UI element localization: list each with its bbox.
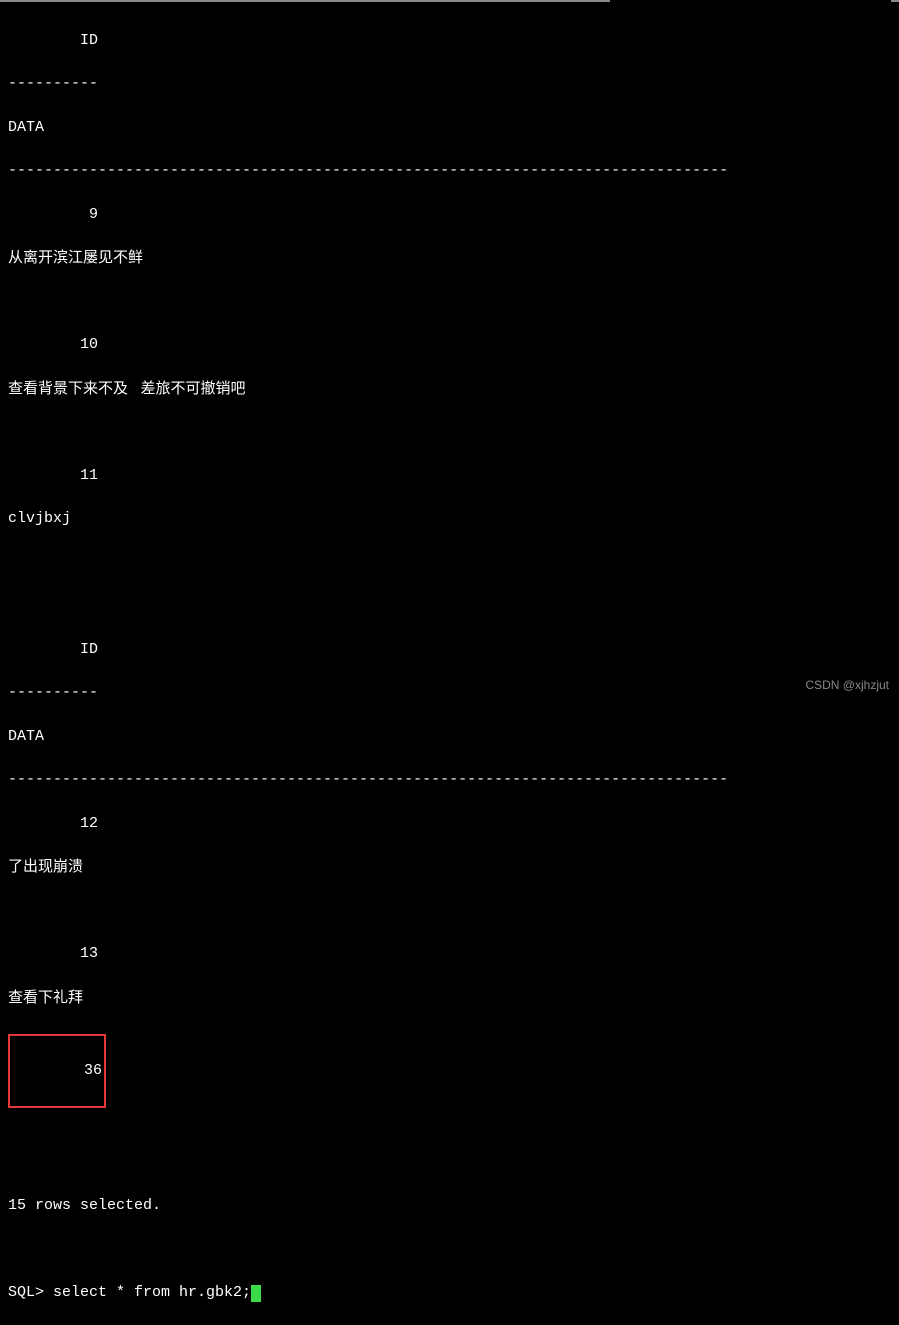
window-top-divider <box>0 0 610 2</box>
col-header-data: DATA <box>8 726 891 748</box>
blank-line <box>8 900 891 922</box>
blank-line <box>8 291 891 313</box>
cursor-icon <box>251 1285 261 1302</box>
col-header-id: ID <box>8 639 891 661</box>
watermark: CSDN @xjhzjut <box>805 677 889 694</box>
col-divider-id: ---------- <box>8 73 891 95</box>
row-data: clvjbxj <box>8 508 891 530</box>
row-id: 36 <box>10 1060 104 1082</box>
sql-prompt: SQL> <box>8 1284 53 1301</box>
row-id: 9 <box>8 204 891 226</box>
blank-line <box>8 1238 891 1260</box>
highlighted-row-annotation: 36 <box>8 1034 106 1107</box>
row-data: 查看背景下来不及 差旅不可撤销吧 <box>8 378 891 400</box>
row-id: 11 <box>8 465 891 487</box>
sql-prompt-line[interactable]: SQL> select * from hr.gbk2; <box>8 1282 891 1304</box>
sql-command: select * from hr.gbk2; <box>53 1284 251 1301</box>
blank-line <box>8 1151 891 1173</box>
row-id: 13 <box>8 943 891 965</box>
row-id: 10 <box>8 334 891 356</box>
col-header-id: ID <box>8 30 891 52</box>
col-divider-data: ----------------------------------------… <box>8 769 891 791</box>
blank-line <box>8 1108 891 1130</box>
window-top-divider-right <box>891 0 899 2</box>
row-data: 查看下礼拜 <box>8 987 891 1009</box>
status-line: 15 rows selected. <box>8 1195 891 1217</box>
row-data: 从离开滨江屡见不鲜 <box>8 247 891 269</box>
row-id: 12 <box>8 813 891 835</box>
terminal-output: ID ---------- DATA ---------------------… <box>8 2 891 1325</box>
col-divider-data: ----------------------------------------… <box>8 160 891 182</box>
blank-line <box>8 552 891 574</box>
blank-line <box>8 421 891 443</box>
row-data: 了出现崩溃 <box>8 856 891 878</box>
blank-line <box>8 595 891 617</box>
col-header-data: DATA <box>8 117 891 139</box>
col-divider-id: ---------- <box>8 682 891 704</box>
